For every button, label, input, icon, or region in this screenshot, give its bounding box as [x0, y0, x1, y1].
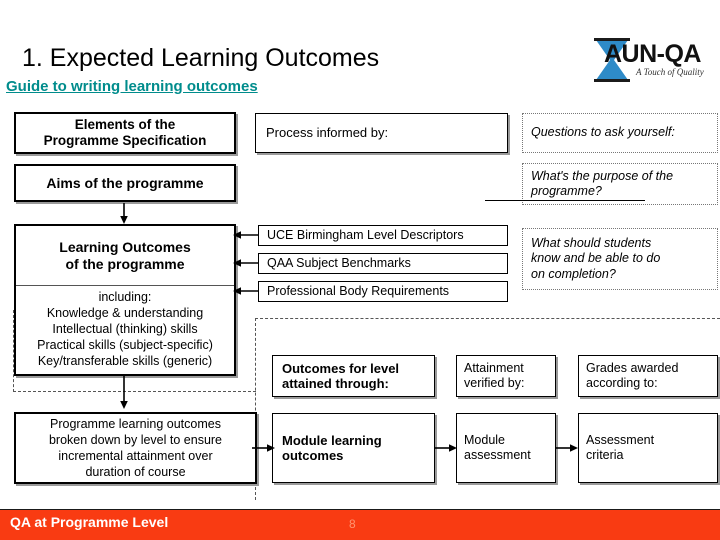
logo-wordmark: AUN-QA	[604, 40, 702, 68]
aun-qa-logo: AUN-QA A Touch of Quality	[588, 36, 716, 84]
level-descriptors-label: UCE Birmingham Level Descriptors	[267, 228, 464, 243]
aims-label: Aims of the programme	[46, 174, 204, 191]
professional-body-label: Professional Body Requirements	[267, 284, 450, 299]
grades-awarded-according-to-box: Grades awarded according to:	[578, 355, 718, 397]
footer-title: QA at Programme Level	[10, 514, 169, 530]
outcomes-for-level-label: Outcomes for level attained through:	[282, 360, 400, 391]
learning-outcomes-including-list: including: Knowledge & understanding Int…	[16, 286, 234, 373]
elements-line-1: Elements of the	[74, 117, 176, 133]
logo-tagline: A Touch of Quality	[636, 67, 704, 77]
separator-rule-under-purpose-question	[485, 200, 645, 201]
learning-outcomes-of-the-programme-box: Learning Outcomes of the programme inclu…	[14, 224, 236, 376]
slide-canvas: 1. Expected Learning Outcomes Guide to w…	[0, 0, 720, 540]
students-completion-question-box: What should students know and be able to…	[522, 228, 718, 290]
grades-awarded-label: Grades awarded according to:	[586, 361, 679, 390]
arrow-module-learning-outcomes-to-module-assessment	[434, 441, 458, 455]
assessment-criteria-label: Assessment criteria	[586, 433, 655, 462]
module-assessment-label: Module assessment	[464, 433, 531, 462]
qaa-subject-benchmarks-box: QAA Subject Benchmarks	[258, 253, 508, 274]
learning-outcomes-heading: Learning Outcomes of the programme	[16, 226, 234, 286]
including-label: including:	[98, 290, 152, 304]
including-item-0: Knowledge & understanding	[46, 306, 204, 320]
arrows-sources-to-learning-outcomes	[232, 228, 262, 300]
page-title: 1. Expected Learning Outcomes	[22, 44, 380, 72]
uce-birmingham-level-descriptors-box: UCE Birmingham Level Descriptors	[258, 225, 508, 246]
purpose-of-programme-question-box: What's the purpose of the programme?	[522, 163, 718, 205]
arrow-learning-outcomes-to-broken-down	[118, 376, 130, 410]
purpose-question-text: What's the purpose of the programme?	[531, 168, 674, 198]
students-question-text: What should students know and be able to…	[531, 236, 661, 281]
process-informed-by-box: Process informed by:	[255, 113, 508, 153]
elements-of-programme-specification-box: Elements of the Programme Specification	[14, 112, 236, 154]
learning-outcomes-line-2: of the programme	[65, 255, 185, 272]
broken-down-text: Programme learning outcomes broken down …	[48, 417, 223, 479]
questions-to-ask-yourself-box: Questions to ask yourself:	[522, 113, 718, 153]
programme-learning-outcomes-broken-down-box: Programme learning outcomes broken down …	[14, 412, 257, 484]
including-item-1: Intellectual (thinking) skills	[52, 322, 198, 336]
including-item-3: Key/transferable skills (generic)	[37, 354, 213, 368]
arrow-module-assessment-to-assessment-criteria	[555, 441, 579, 455]
attainment-verified-label: Attainment verified by:	[464, 361, 525, 390]
guide-to-writing-learning-outcomes-link[interactable]: Guide to writing learning outcomes	[6, 78, 258, 95]
footer-page-number: 8	[349, 517, 356, 531]
arrow-broken-down-to-module-learning-outcomes	[252, 441, 276, 455]
attainment-verified-by-box: Attainment verified by:	[456, 355, 556, 397]
professional-body-requirements-box: Professional Body Requirements	[258, 281, 508, 302]
elements-line-2: Programme Specification	[43, 133, 207, 148]
outcomes-for-level-attained-through-box: Outcomes for level attained through:	[272, 355, 435, 397]
subject-benchmarks-label: QAA Subject Benchmarks	[267, 256, 411, 271]
assessment-criteria-box: Assessment criteria	[578, 413, 718, 483]
aims-of-the-programme-box: Aims of the programme	[14, 164, 236, 202]
module-learning-outcomes-label: Module learning outcomes	[282, 432, 382, 463]
module-assessment-box: Module assessment	[456, 413, 556, 483]
questions-to-ask-label: Questions to ask yourself:	[531, 125, 675, 140]
module-learning-outcomes-box: Module learning outcomes	[272, 413, 435, 483]
process-informed-by-label: Process informed by:	[266, 125, 389, 141]
learning-outcomes-line-1: Learning Outcomes	[59, 238, 191, 255]
arrow-aims-to-learning-outcomes	[118, 203, 130, 225]
including-item-2: Practical skills (subject-specific)	[37, 338, 213, 352]
